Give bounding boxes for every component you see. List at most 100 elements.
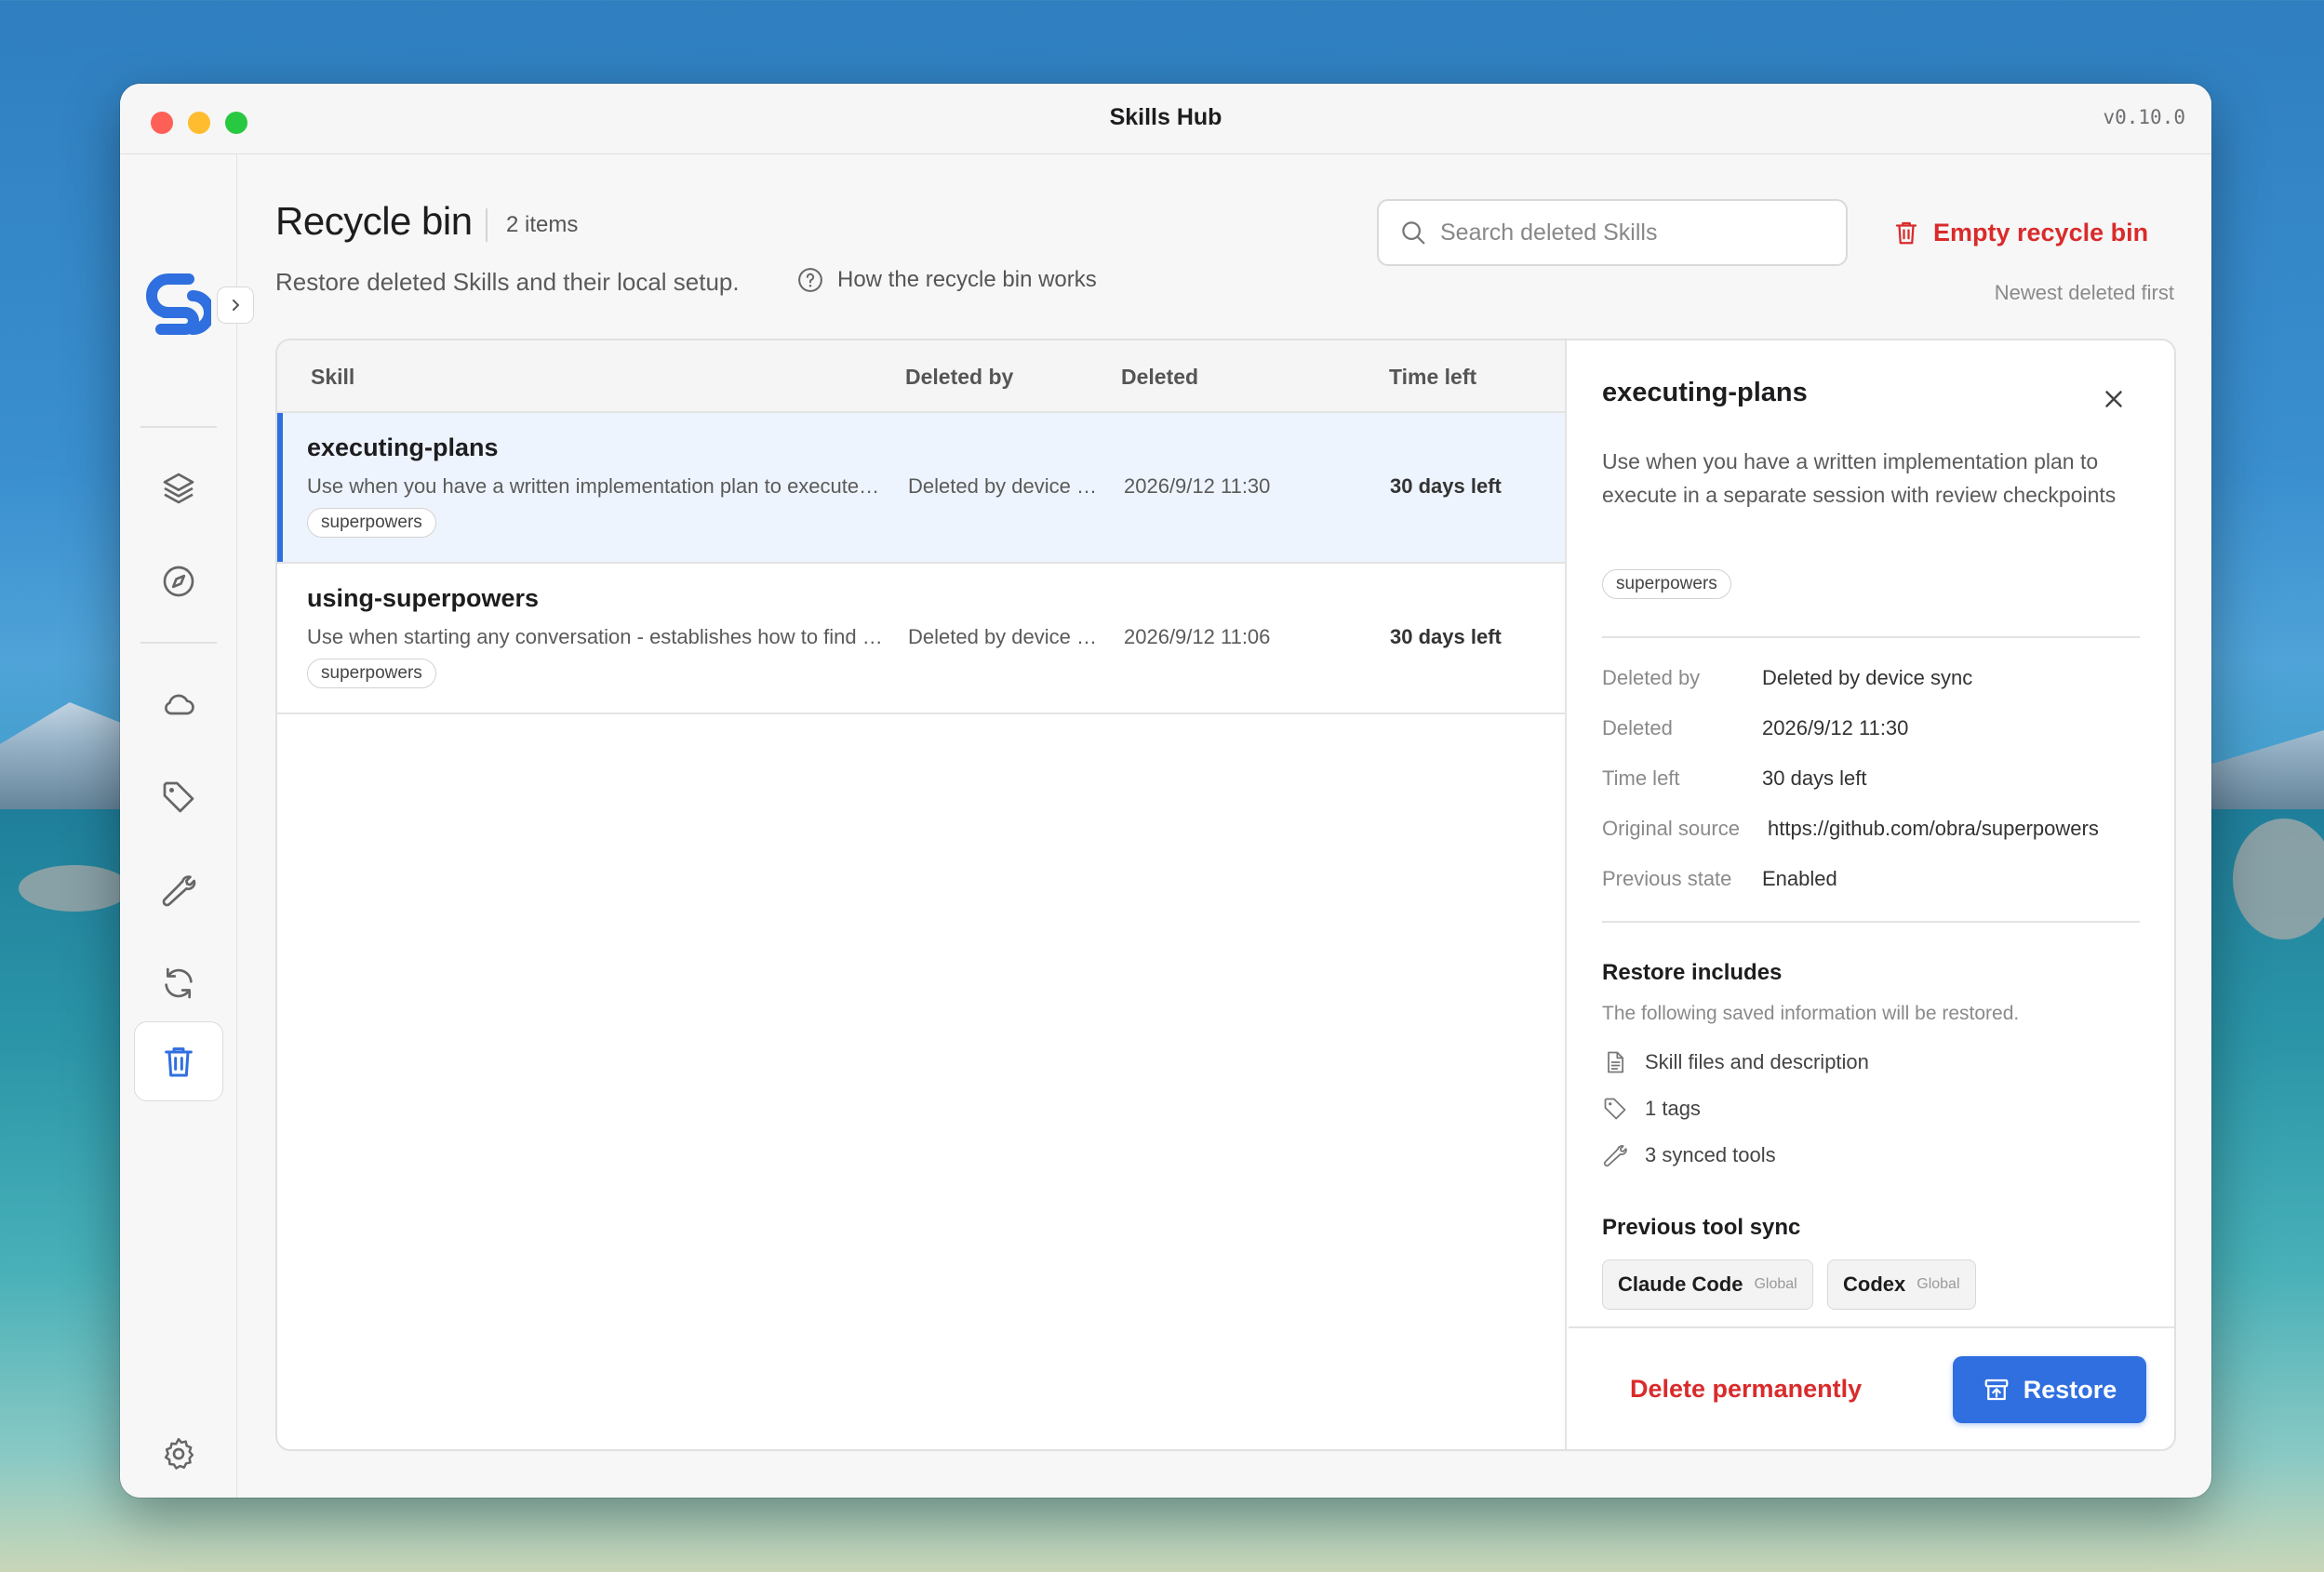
restore-item: 1 tags bbox=[1602, 1096, 1701, 1122]
row-skill-tag: superpowers bbox=[307, 659, 436, 688]
deleted-skills-table: Skill Deleted by Deleted Time left execu… bbox=[277, 340, 1567, 1449]
nav-recycle-bin[interactable] bbox=[134, 1021, 223, 1101]
wrench-icon bbox=[162, 875, 196, 907]
wallpaper-rock bbox=[19, 865, 130, 912]
restore-button-label: Restore bbox=[2023, 1375, 2117, 1404]
title-bar: Skills Hub v0.10.0 bbox=[120, 84, 2211, 154]
row-deleted-date: 2026/9/12 11:30 bbox=[1124, 474, 1271, 498]
app-version: v0.10.0 bbox=[2103, 106, 2185, 128]
gear-icon bbox=[164, 1437, 194, 1470]
search-icon bbox=[1402, 221, 1425, 245]
item-count: 2 items bbox=[506, 212, 579, 237]
main-area: Recycle bin 2 items Restore deleted Skil… bbox=[238, 154, 2211, 1498]
restore-item-label: 3 synced tools bbox=[1645, 1143, 1776, 1166]
page-title: Recycle bin bbox=[275, 199, 473, 243]
row-skill-description: Use when you have a written implementati… bbox=[307, 474, 884, 498]
tool-name: Claude Code bbox=[1618, 1272, 1743, 1296]
row-skill-description: Use when starting any conversation - est… bbox=[307, 625, 884, 648]
detail-title: executing-plans bbox=[1602, 378, 1808, 407]
sidebar bbox=[120, 154, 254, 1498]
tag-icon bbox=[163, 781, 194, 813]
nav-skills[interactable] bbox=[157, 467, 200, 510]
nav-settings[interactable] bbox=[157, 1432, 200, 1475]
field-value: 30 days left bbox=[1762, 766, 1867, 790]
column-skill: Skill bbox=[311, 365, 355, 389]
cloud-icon bbox=[165, 694, 194, 715]
detail-divider bbox=[1602, 921, 2140, 923]
field-label: Original source bbox=[1602, 817, 1740, 840]
nav-tools[interactable] bbox=[157, 869, 200, 912]
restore-item-label: Skill files and description bbox=[1645, 1050, 1869, 1073]
sort-label[interactable]: Newest deleted first bbox=[1995, 281, 2174, 305]
row-skill-name: executing-plans bbox=[307, 433, 499, 461]
restore-includes-note: The following saved information will be … bbox=[1602, 1003, 2020, 1024]
restore-includes-heading: Restore includes bbox=[1602, 960, 1783, 985]
trash-icon bbox=[165, 1047, 193, 1077]
original-source-link[interactable]: https://github.com/obra/superpowers bbox=[1768, 817, 2099, 841]
file-icon bbox=[1608, 1051, 1624, 1073]
row-time-left: 30 days left bbox=[1390, 625, 1502, 648]
empty-recycle-bin-button[interactable]: Empty recycle bin bbox=[1892, 206, 2148, 259]
nav-sync[interactable] bbox=[157, 962, 200, 1005]
tool-chip-codex: Codex Global bbox=[1827, 1259, 1976, 1310]
restore-item: Skill files and description bbox=[1602, 1049, 1869, 1075]
window-title: Skills Hub bbox=[1109, 104, 1222, 130]
nav-explore[interactable] bbox=[157, 560, 200, 603]
question-circle-icon bbox=[798, 268, 822, 292]
tool-name: Codex bbox=[1843, 1272, 1906, 1296]
row-time-left: 30 days left bbox=[1390, 474, 1502, 498]
column-time-left: Time left bbox=[1389, 365, 1477, 389]
sidebar-divider bbox=[140, 642, 217, 644]
sidebar-divider bbox=[140, 426, 217, 428]
previous-tool-sync-heading: Previous tool sync bbox=[1602, 1215, 1801, 1240]
app-window: Skills Hub v0.10.0 Recycle bin 2 items R… bbox=[120, 84, 2211, 1498]
sync-icon bbox=[165, 967, 193, 999]
row-deleted-by: Deleted by device sync bbox=[908, 625, 1103, 648]
field-label: Time left bbox=[1602, 766, 1680, 790]
row-deleted-by: Deleted by device sync bbox=[908, 474, 1103, 498]
row-skill-name: using-superpowers bbox=[307, 584, 540, 612]
tool-chip-claude-code: Claude Code Global bbox=[1602, 1259, 1813, 1310]
column-deleted: Deleted bbox=[1121, 365, 1199, 389]
nav-tags[interactable] bbox=[157, 776, 200, 819]
field-value: Enabled bbox=[1762, 867, 1837, 890]
close-detail-button[interactable] bbox=[2100, 385, 2128, 413]
restore-icon bbox=[1984, 1379, 2009, 1401]
wrench-icon bbox=[1603, 1145, 1627, 1167]
help-link-label: How the recycle bin works bbox=[837, 267, 1097, 292]
search-input[interactable] bbox=[1440, 219, 1831, 246]
delete-permanently-button[interactable]: Delete permanently bbox=[1630, 1375, 1862, 1404]
table-row[interactable]: using-superpowers Use when starting any … bbox=[277, 564, 1565, 714]
field-label: Deleted by bbox=[1602, 666, 1701, 689]
app-logo-icon bbox=[142, 270, 211, 342]
table-row[interactable]: executing-plans Use when you have a writ… bbox=[277, 413, 1565, 564]
row-skill-tag: superpowers bbox=[307, 508, 436, 538]
page-subtitle: Restore deleted Skills and their local s… bbox=[275, 268, 740, 296]
nav-cloud[interactable] bbox=[157, 683, 200, 726]
content-panel: Skill Deleted by Deleted Time left execu… bbox=[275, 339, 2176, 1451]
compass-icon bbox=[163, 566, 194, 597]
tag-icon bbox=[1604, 1098, 1626, 1120]
detail-tag: superpowers bbox=[1602, 569, 1731, 599]
field-label: Deleted bbox=[1602, 716, 1673, 739]
trash-icon bbox=[1895, 221, 1917, 245]
restore-item-label: 1 tags bbox=[1645, 1097, 1701, 1120]
table-header: Skill Deleted by Deleted Time left bbox=[277, 340, 1565, 413]
restore-button[interactable]: Restore bbox=[1953, 1356, 2146, 1423]
field-value: Deleted by device sync bbox=[1762, 666, 1973, 689]
restore-item: 3 synced tools bbox=[1602, 1142, 1776, 1168]
tool-scope: Global bbox=[1754, 1276, 1797, 1292]
close-icon bbox=[2105, 391, 2122, 407]
layers-icon bbox=[163, 473, 194, 504]
column-deleted-by: Deleted by bbox=[905, 365, 1014, 389]
empty-recycle-bin-label: Empty recycle bin bbox=[1933, 218, 2149, 246]
help-link[interactable]: How the recycle bin works bbox=[796, 266, 1097, 294]
search-box[interactable] bbox=[1377, 199, 1848, 266]
field-value: 2026/9/12 11:30 bbox=[1762, 716, 1909, 739]
row-deleted-date: 2026/9/12 11:06 bbox=[1124, 625, 1271, 648]
detail-footer: Delete permanently Restore bbox=[1569, 1326, 2174, 1449]
detail-panel: executing-plans Use when you have a writ… bbox=[1569, 340, 2174, 1449]
detail-description: Use when you have a written implementati… bbox=[1602, 449, 2117, 507]
title-divider bbox=[486, 208, 488, 242]
field-label: Previous state bbox=[1602, 867, 1732, 890]
